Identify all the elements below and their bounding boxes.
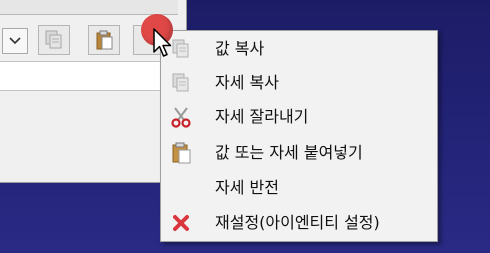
context-menu: 값 복사 자세 복사 자세 잘라내기 값 또는 자세 붙여넣기 자세 반전 재설… (160, 30, 438, 242)
menu-item-reset[interactable]: 재설정(아이엔티티 설정) (163, 208, 435, 237)
menu-item-paste[interactable]: 값 또는 자세 붙여넣기 (163, 138, 435, 167)
menu-item-flip-pose[interactable]: 자세 반전 (163, 173, 435, 202)
dropdown-button[interactable] (2, 28, 28, 54)
copy-icon (45, 30, 62, 49)
menu-item-copy-pose[interactable]: 자세 복사 (163, 68, 435, 97)
menu-item-copy-value[interactable]: 값 복사 (163, 34, 435, 63)
toolbar-copy-button[interactable] (38, 25, 70, 55)
mouse-pointer-icon (153, 28, 172, 57)
paste-icon (96, 30, 113, 50)
copy-icon (170, 38, 192, 60)
paste-icon (170, 142, 192, 164)
menu-item-label: 값 복사 (215, 39, 265, 58)
chevron-down-icon (9, 37, 21, 45)
menu-item-label: 값 또는 자세 붙여넣기 (215, 143, 363, 162)
copy-icon (170, 72, 192, 94)
window-top-strip (0, 0, 178, 15)
menu-item-label: 자세 반전 (215, 178, 279, 197)
scissors-icon (170, 106, 192, 128)
reset-x-icon (170, 212, 192, 234)
menu-item-label: 재설정(아이엔티티 설정) (215, 213, 380, 232)
menu-item-label: 자세 잘라내기 (215, 107, 309, 126)
input-field-area (0, 61, 174, 91)
toolbar-paste-button[interactable] (88, 25, 120, 55)
menu-item-label: 자세 복사 (215, 73, 279, 92)
menu-item-cut-pose[interactable]: 자세 잘라내기 (163, 102, 435, 131)
